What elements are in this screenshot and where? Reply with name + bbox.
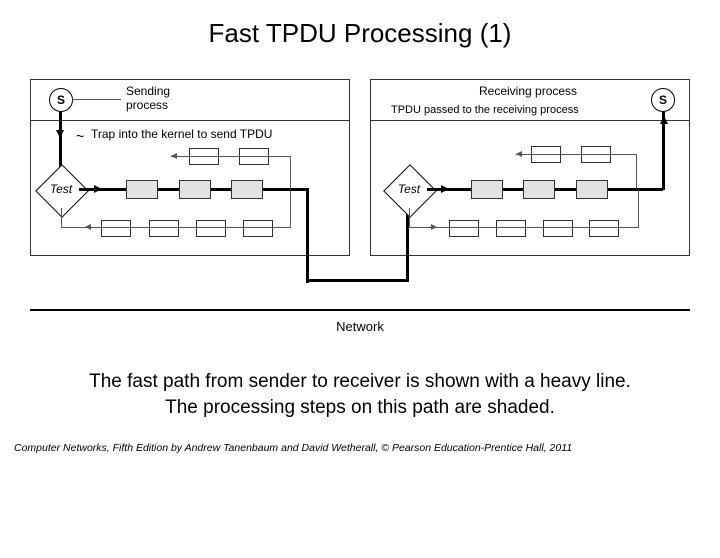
- arrow-left-icon-2: [171, 153, 177, 159]
- receiving-process-label: Receiving process: [479, 85, 577, 99]
- slide-title: Fast TPDU Processing (1): [0, 18, 720, 49]
- fastpath-network-horiz: [306, 279, 409, 282]
- slow-left-top-h: [171, 156, 291, 157]
- test-label-left: Test: [41, 182, 81, 196]
- s-node-left: S: [49, 88, 73, 112]
- slow-left-v: [61, 208, 62, 228]
- diagram-canvas: S Sending process Trap into the kernel t…: [30, 79, 690, 339]
- footer-credit: Computer Networks, Fifth Edition by Andr…: [14, 442, 706, 454]
- right-divider: [371, 120, 689, 121]
- slow-right-top-v: [636, 154, 637, 189]
- arrow-right-icon: [94, 185, 102, 193]
- left-shaded-box-1: [126, 180, 158, 199]
- right-plain-box-d: [496, 220, 526, 237]
- slow-right-h: [409, 227, 639, 228]
- network-label: Network: [30, 319, 690, 334]
- caption-line-2: The processing steps on this path are sh…: [165, 397, 555, 418]
- arrow-down-icon: [56, 130, 64, 138]
- network-line: [30, 309, 690, 311]
- right-plain-box-e: [543, 220, 573, 237]
- left-plain-box-f: [243, 220, 273, 237]
- left-plain-box-e: [196, 220, 226, 237]
- s-connector-left: [73, 99, 121, 100]
- tpdu-passed-label: TPDU passed to the receiving process: [391, 104, 579, 117]
- test-label-right: Test: [389, 182, 429, 196]
- left-panel: S Sending process Trap into the kernel t…: [30, 79, 350, 256]
- slow-right-v2: [638, 190, 639, 228]
- right-shaded-box-1: [471, 180, 503, 199]
- right-panel: S Receiving process TPDU passed to the r…: [370, 79, 690, 256]
- arrow-right-icon-3: [431, 224, 437, 230]
- slow-left-h: [61, 227, 291, 228]
- right-plain-box-c: [449, 220, 479, 237]
- left-shaded-box-2: [179, 180, 211, 199]
- right-plain-box-f: [589, 220, 619, 237]
- slow-left-top-v: [290, 156, 291, 189]
- slow-left-v2: [290, 190, 291, 228]
- left-divider: [31, 120, 349, 121]
- sending-process-label: Sending process: [126, 85, 170, 113]
- slow-right-top-h: [516, 154, 636, 155]
- fastpath-right-entry: [406, 254, 409, 282]
- tilde-icon: ~: [76, 128, 84, 144]
- arrow-left-icon-3: [516, 151, 522, 157]
- right-shaded-box-3: [576, 180, 608, 199]
- caption-line-1: The fast path from sender to receiver is…: [89, 371, 631, 392]
- arrow-left-icon: [85, 224, 91, 230]
- arrow-right-icon-2: [441, 185, 449, 193]
- caption: The fast path from sender to receiver is…: [20, 369, 700, 420]
- trap-label: Trap into the kernel to send TPDU: [91, 128, 272, 142]
- fastpath-left-vert2: [306, 188, 309, 283]
- left-plain-box-c: [101, 220, 131, 237]
- slow-right-v: [409, 208, 410, 228]
- arrow-up-icon: [660, 116, 668, 124]
- s-node-right: S: [651, 88, 675, 112]
- right-shaded-box-2: [523, 180, 555, 199]
- left-plain-box-d: [149, 220, 179, 237]
- left-shaded-box-3: [231, 180, 263, 199]
